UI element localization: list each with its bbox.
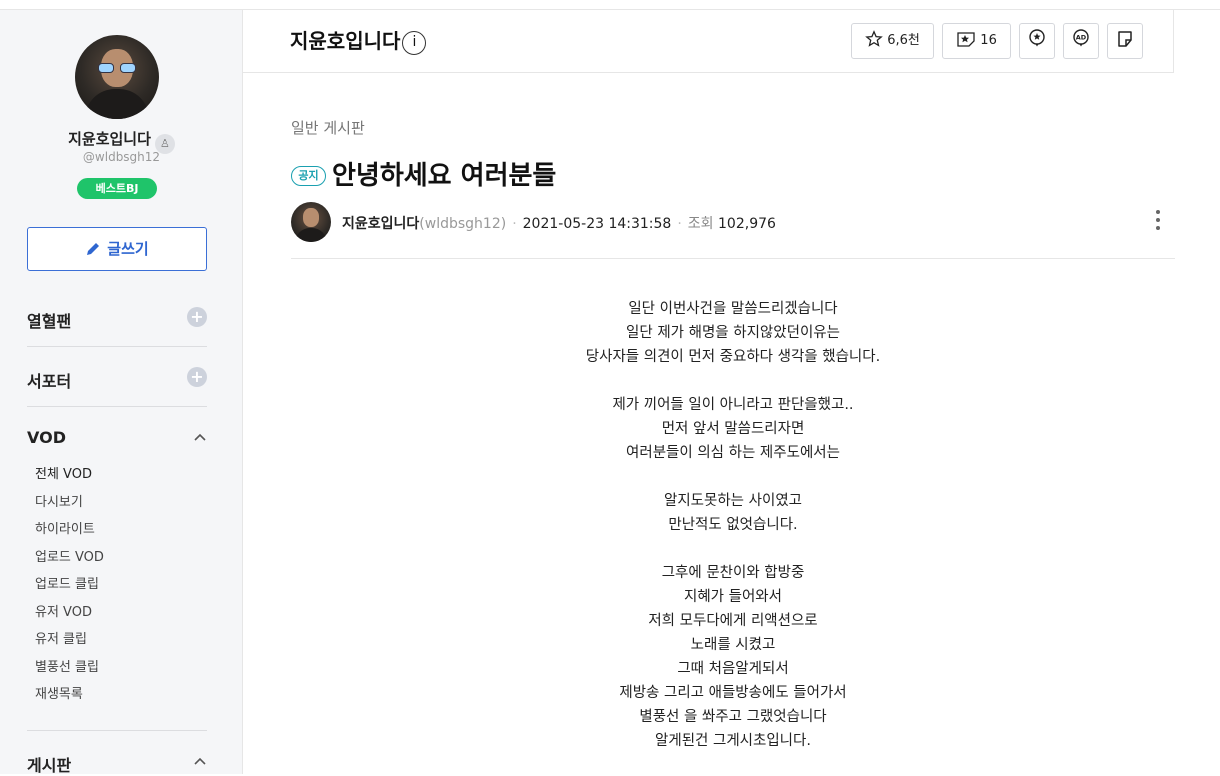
vod-label: VOD [27,428,66,447]
write-button-label: 글쓰기 [107,240,149,258]
post-body: 일단 이번사건을 말씀드리겠습니다 일단 제가 해명을 하지않았던이유는 당사자… [291,297,1175,753]
body-line: 여러분들이 의심 하는 제주도에서는 [626,445,840,461]
post-title-text: 안녕하세요 여러분들 [332,161,557,191]
write-button[interactable]: 글쓰기 [27,227,207,271]
favorite-count: 6,6천 [887,33,920,48]
ad-balloon-button[interactable]: AD [1063,23,1099,59]
board-section-header[interactable]: 게시판 [27,752,207,776]
body-line: 지혜가 들어와서 [684,589,782,605]
section-fans-label: 열혈팬 [27,312,72,331]
favorite-button[interactable]: 6,6천 [851,23,934,59]
board-name[interactable]: 일반 게시판 [291,117,365,138]
body-line: 노래를 시켰고 [690,637,776,653]
author-name[interactable]: 지윤호입니다 [342,216,419,232]
views-label: 조회 [687,216,714,232]
board-label: 게시판 [27,756,72,775]
channel-id: @wldbsgh12 [82,150,161,164]
vod-item-upload-vod[interactable]: 업로드 VOD [35,548,104,576]
plus-icon[interactable]: + [187,367,207,387]
separator-dot: · [677,216,682,232]
body-line: 일단 이번사건을 말씀드리겠습니다 [628,301,838,317]
sticker-icon [1118,31,1132,47]
post-date: 2021-05-23 14:31:58 [522,216,672,232]
sticker-button[interactable] [1107,23,1143,59]
subscribe-count: 16 [980,33,997,48]
svg-text:AD: AD [1076,34,1087,42]
vod-item-all[interactable]: 전체 VOD [35,465,104,493]
body-line [291,537,1175,561]
section-supporters-label: 서포터 [27,372,72,391]
vod-item-balloon-clip[interactable]: 별풍선 클립 [35,658,104,686]
star-icon [865,30,883,47]
body-line: 그때 처음알게되서 [677,661,789,677]
vod-menu: 전체 VOD 다시보기 하이라이트 업로드 VOD 업로드 클립 유저 VOD … [35,465,104,713]
vod-item-replay[interactable]: 다시보기 [35,493,104,521]
sidebar: 지윤호입니다 ♙ @wldbsgh12 베스트BJ 글쓰기 열혈팬 + 서포터 +… [0,10,243,776]
section-fans[interactable]: 열혈팬 + [27,287,207,347]
body-line [291,369,1175,393]
ad-balloon-icon: AD [1073,29,1089,47]
body-line: 제가 끼어들 일이 아니라고 판단을했고.. [612,397,854,413]
pencil-icon [87,243,100,255]
channel-title: 지윤호입니다 i [290,25,427,55]
separator-dot: · [512,216,517,232]
vod-item-user-clip[interactable]: 유저 클립 [35,630,104,658]
vod-item-highlight[interactable]: 하이라이트 [35,520,104,548]
body-line: 저희 모두다에게 리액션으로 [648,613,818,629]
top-border [0,0,1220,10]
avatar[interactable] [75,35,159,119]
body-line: 그후에 문찬이와 합방중 [661,565,805,581]
body-line: 알지도못하는 사이였고 [663,493,802,509]
body-line: 당사자들 의견이 먼저 중요하다 생각을 했습니다. [585,349,881,365]
plus-icon[interactable]: + [187,307,207,327]
vod-item-upload-clip[interactable]: 업로드 클립 [35,575,104,603]
balloon-button[interactable] [1019,23,1055,59]
body-line: 만난적도 없엇습니다. [668,517,798,533]
body-line: 제방송 그리고 애들방송에도 들어가서 [619,685,847,701]
notice-badge: 공지 [291,166,326,186]
body-line [291,465,1175,489]
post-meta: 지윤호입니다(wldbsgh12) · 2021-05-23 14:31:58 · 조회… [291,202,1175,259]
views-count: 102,976 [718,216,776,232]
vod-section-header[interactable]: VOD [27,428,207,447]
author-id: (wldbsgh12) [419,216,507,232]
info-icon[interactable]: i [402,31,427,55]
channel-header: 지윤호입니다 i 6,6천 16 AD [243,10,1174,73]
channel-title-label: 지윤호입니다 [290,29,401,53]
author-avatar[interactable] [291,202,331,242]
body-line: 별풍선 을 쏴주고 그랬엇습니다 [639,709,827,725]
best-bj-badge: 베스트BJ [77,178,157,199]
subscribe-button[interactable]: 16 [942,23,1011,59]
vod-item-user-vod[interactable]: 유저 VOD [35,603,104,631]
post-title: 공지 안녕하세요 여러분들 [291,155,556,192]
vod-item-playlist[interactable]: 재생목록 [35,685,104,713]
meta-line: 지윤호입니다(wldbsgh12) · 2021-05-23 14:31:58 · 조회… [342,213,776,233]
section-supporters[interactable]: 서포터 + [27,347,207,407]
star-balloon-icon [1029,29,1045,47]
more-options-icon[interactable] [1155,210,1161,234]
body-line: 일단 제가 해명을 하지않았던이유는 [626,325,840,341]
chevron-up-icon[interactable] [193,430,207,444]
subscribe-star-icon [957,32,975,47]
chevron-up-icon[interactable] [193,754,207,768]
body-line: 알게된건 그게시초입니다. [655,733,811,749]
channel-name-label: 지윤호입니다 [68,130,151,148]
body-line: 먼저 앞서 말씀드리자면 [661,421,805,437]
divider [27,730,207,731]
